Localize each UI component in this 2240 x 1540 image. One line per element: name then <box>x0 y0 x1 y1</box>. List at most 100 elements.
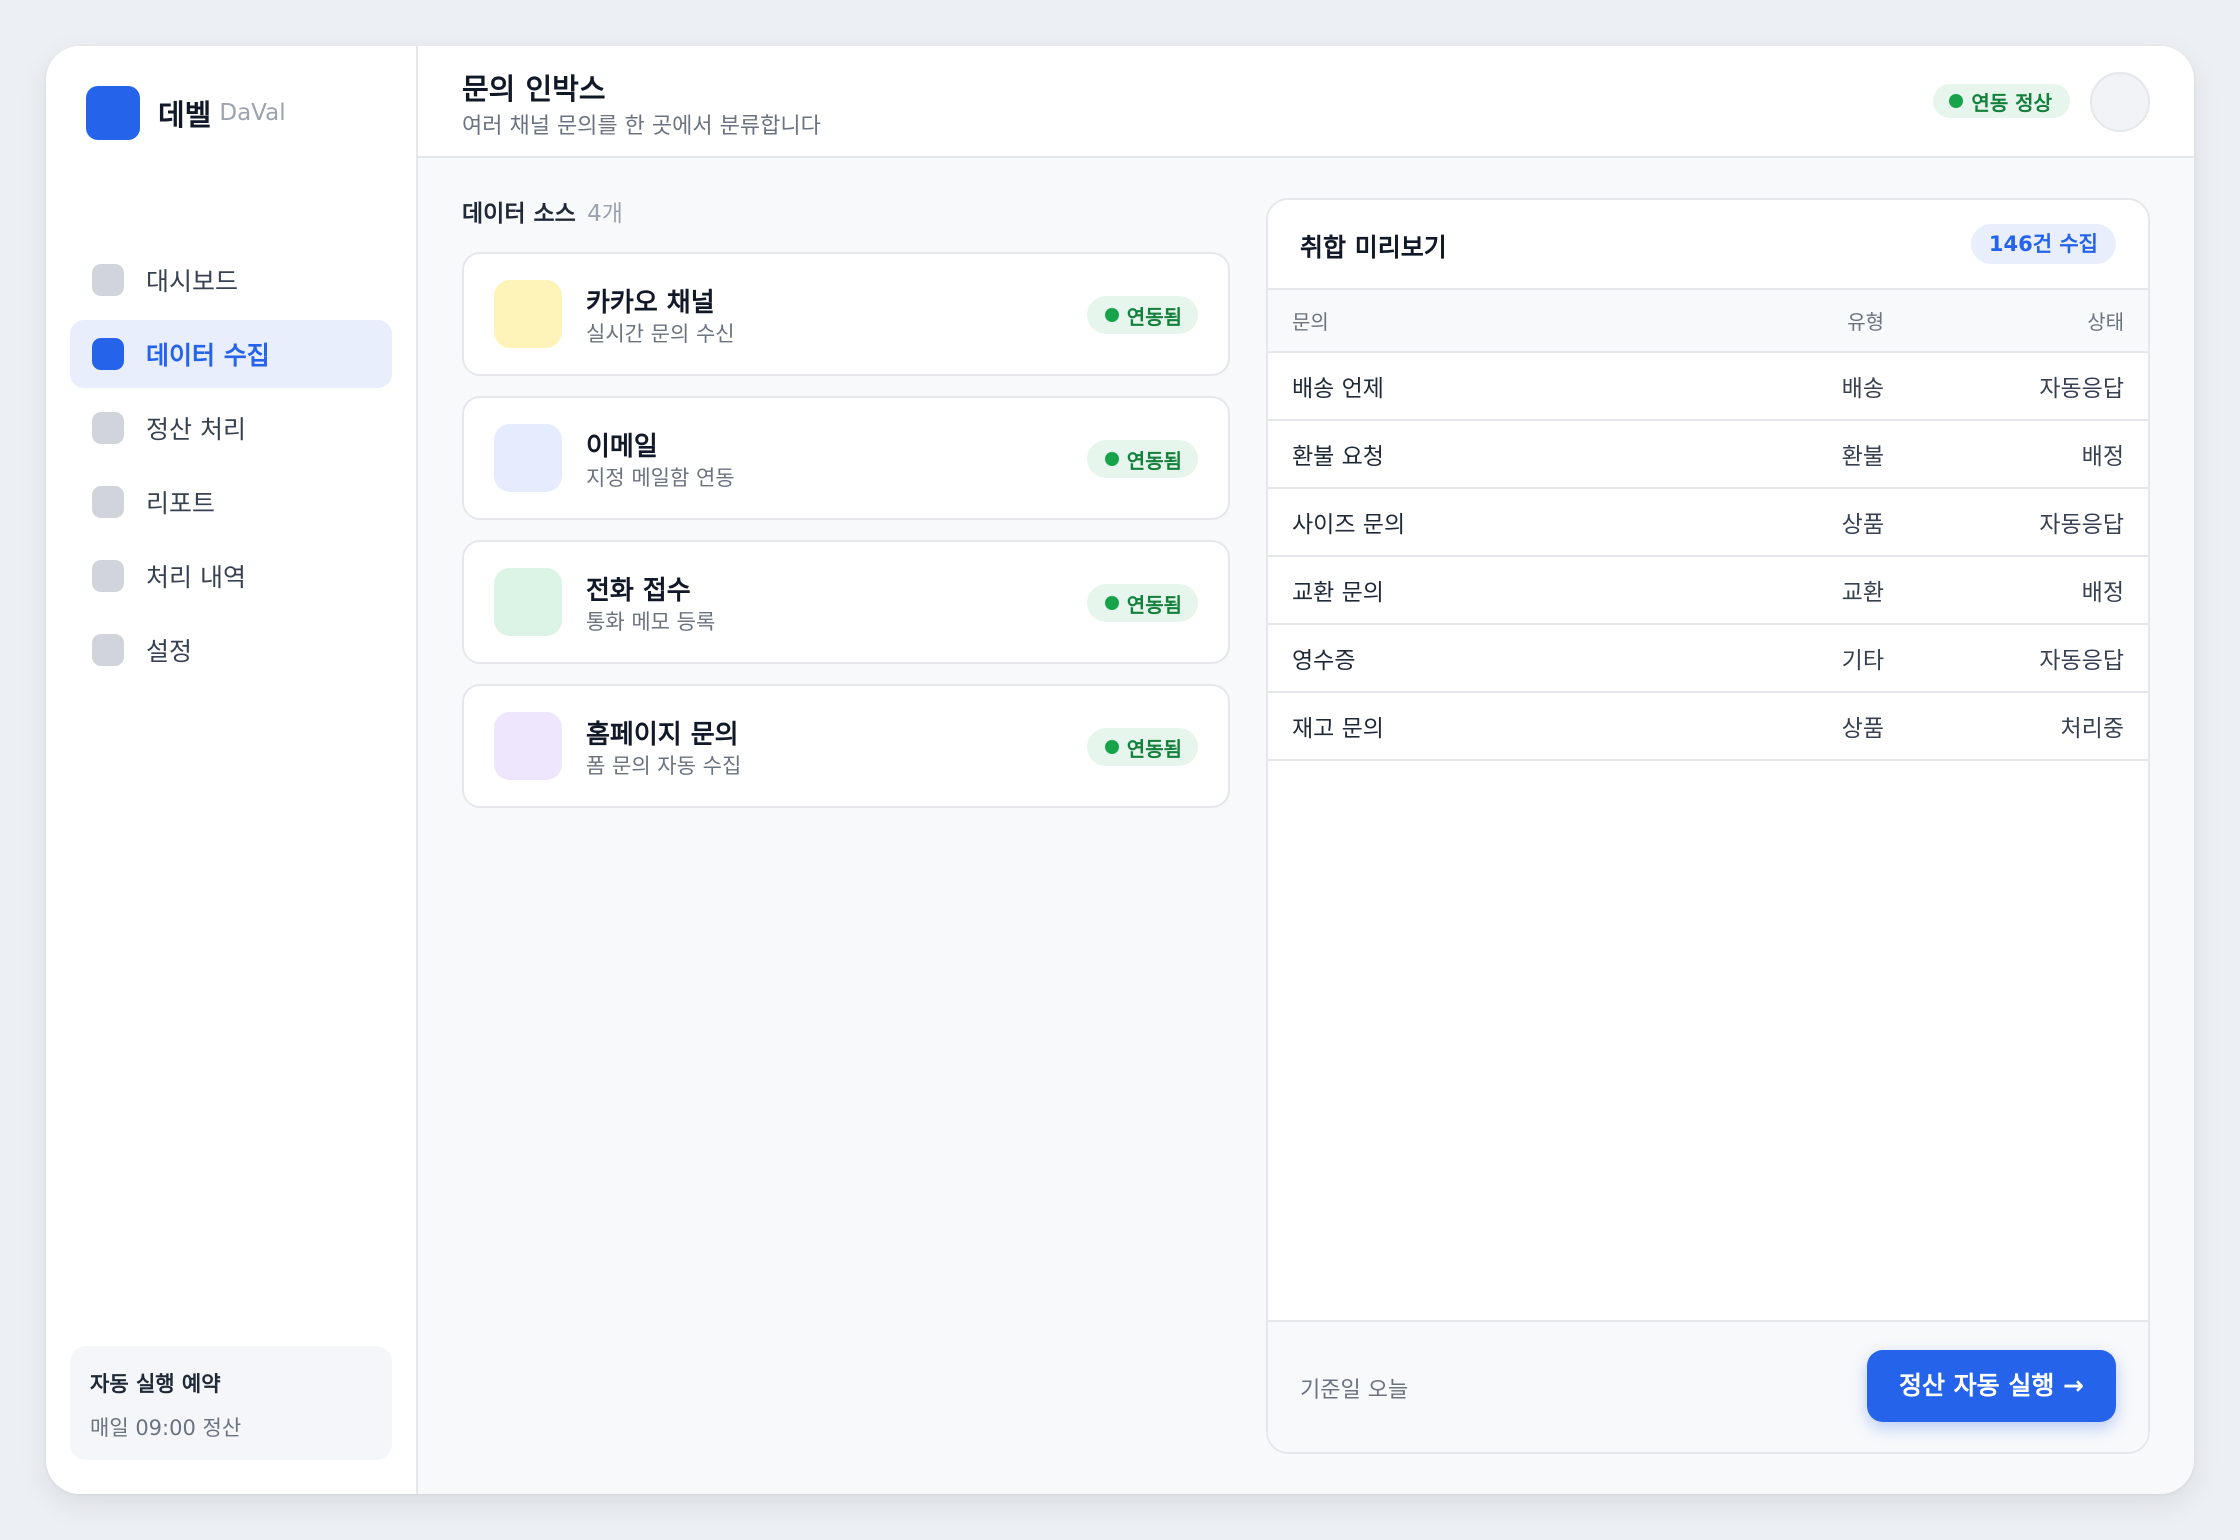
brand-sub: DaVal <box>219 100 286 126</box>
sources-count: 4개 <box>587 201 623 227</box>
preview-table: 문의 유형 상태 배송 언제 배송 자동응답 환불 요청 환불 배정 사이즈 문… <box>1268 290 2148 761</box>
source-card-homepage[interactable]: 홈페이지 문의 폼 문의 자동 수집 연동됨 <box>462 684 1230 808</box>
badge-text: 연동됨 <box>1126 448 1182 473</box>
status-dot-icon <box>1104 596 1119 610</box>
sources-heading: 데이터 소스 4개 <box>462 194 623 228</box>
source-card-email[interactable]: 이메일 지정 메일함 연동 연동됨 <box>462 396 1230 520</box>
source-card-phone[interactable]: 전화 접수 통화 메모 등록 연동됨 <box>462 540 1230 664</box>
kakao-channel-icon <box>494 280 562 348</box>
source-description: 지정 메일함 연동 <box>586 466 735 490</box>
status-text: 연동 정상 <box>1971 90 2052 115</box>
cell-status: 자동응답 <box>1884 352 2148 421</box>
run-settlement-button[interactable]: 정산 자동 실행 → <box>1866 1350 2116 1422</box>
history-icon <box>92 560 124 592</box>
sidebar-item-data-collection[interactable]: 데이터 수집 <box>70 320 392 388</box>
sidebar-item-label: 데이터 수집 <box>146 341 270 370</box>
schedule-title: 자동 실행 예약 <box>90 1372 221 1396</box>
sidebar-item-label: 정산 처리 <box>146 415 246 444</box>
cell-inquiry: 배송 언제 <box>1268 352 1708 421</box>
cell-type: 환불 <box>1708 420 1884 489</box>
sidebar-nav: 대시보드 데이터 수집 정산 처리 리포트 처리 내역 설정 <box>70 246 392 690</box>
source-status-badge: 연동됨 <box>1086 296 1198 334</box>
badge-text: 연동됨 <box>1126 736 1182 761</box>
preview-panel: 취합 미리보기 146건 수집 문의 유형 상태 배송 언제 배송 자동응답 환… <box>1266 198 2150 1454</box>
sidebar: 데벨 DaVal 대시보드 데이터 수집 정산 처리 리포트 처리 내역 설정 … <box>46 46 418 1494</box>
phone-icon <box>494 568 562 636</box>
cell-status: 처리중 <box>1884 692 2148 761</box>
sources-title: 데이터 소스 <box>462 201 576 227</box>
sidebar-item-label: 처리 내역 <box>146 563 246 592</box>
source-name: 카카오 채널 <box>586 288 715 318</box>
cell-status: 배정 <box>1884 420 2148 489</box>
cell-type: 교환 <box>1708 556 1884 625</box>
sidebar-item-label: 설정 <box>146 637 193 666</box>
cell-inquiry: 영수증 <box>1268 624 1708 693</box>
cell-status: 자동응답 <box>1884 624 2148 693</box>
table-header-row: 문의 유형 상태 <box>1268 290 2148 353</box>
table-row[interactable]: 배송 언제 배송 자동응답 <box>1268 352 2148 421</box>
brand-name: 데벨 <box>158 98 212 132</box>
cell-inquiry: 환불 요청 <box>1268 420 1708 489</box>
top-bar: 문의 인박스 여러 채널 문의를 한 곳에서 분류합니다 연동 정상 <box>418 46 2194 158</box>
connection-status-badge: 연동 정상 <box>1933 84 2070 118</box>
cell-type: 상품 <box>1708 488 1884 557</box>
cell-status: 자동응답 <box>1884 488 2148 557</box>
cell-inquiry: 재고 문의 <box>1268 692 1708 761</box>
settings-icon <box>92 634 124 666</box>
status-dot-icon <box>1104 740 1119 754</box>
status-dot-icon <box>1104 308 1119 322</box>
source-card-kakao[interactable]: 카카오 채널 실시간 문의 수신 연동됨 <box>462 252 1230 376</box>
status-dot-icon <box>1949 94 1964 108</box>
sidebar-item-settings[interactable]: 설정 <box>70 616 392 684</box>
preview-count-badge: 146건 수집 <box>1970 224 2116 264</box>
reference-date: 기준일 오늘 <box>1300 1378 1409 1403</box>
table-row[interactable]: 재고 문의 상품 처리중 <box>1268 692 2148 761</box>
sidebar-item-dashboard[interactable]: 대시보드 <box>70 246 392 314</box>
brand-logo-icon <box>86 86 140 140</box>
app-window: 데벨 DaVal 대시보드 데이터 수집 정산 처리 리포트 처리 내역 설정 … <box>46 46 2194 1494</box>
source-name: 홈페이지 문의 <box>586 720 739 750</box>
table-row[interactable]: 사이즈 문의 상품 자동응답 <box>1268 488 2148 557</box>
sidebar-item-settlement[interactable]: 정산 처리 <box>70 394 392 462</box>
table-row[interactable]: 교환 문의 교환 배정 <box>1268 556 2148 625</box>
sidebar-item-label: 리포트 <box>146 489 216 518</box>
column-header-status: 상태 <box>1884 290 2148 353</box>
table-row[interactable]: 영수증 기타 자동응답 <box>1268 624 2148 693</box>
main-content: 문의 인박스 여러 채널 문의를 한 곳에서 분류합니다 연동 정상 데이터 소… <box>418 46 2194 1494</box>
source-list: 카카오 채널 실시간 문의 수신 연동됨 이메일 지정 메일함 연동 연동됨 전… <box>462 252 1230 828</box>
avatar[interactable] <box>2090 72 2150 132</box>
column-header-type: 유형 <box>1708 290 1884 353</box>
status-dot-icon <box>1104 452 1119 466</box>
preview-header: 취합 미리보기 146건 수집 <box>1268 200 2148 290</box>
source-name: 전화 접수 <box>586 576 691 606</box>
cell-type: 상품 <box>1708 692 1884 761</box>
preview-footer: 기준일 오늘 정산 자동 실행 → <box>1268 1320 2148 1452</box>
dashboard-icon <box>92 264 124 296</box>
page-title: 문의 인박스 <box>462 72 606 106</box>
data-collection-icon <box>92 338 124 370</box>
brand[interactable]: 데벨 DaVal <box>86 86 286 140</box>
source-status-badge: 연동됨 <box>1086 728 1198 766</box>
report-icon <box>92 486 124 518</box>
page-subtitle: 여러 채널 문의를 한 곳에서 분류합니다 <box>462 114 821 139</box>
cell-inquiry: 사이즈 문의 <box>1268 488 1708 557</box>
homepage-form-icon <box>494 712 562 780</box>
badge-text: 연동됨 <box>1126 592 1182 617</box>
sidebar-item-report[interactable]: 리포트 <box>70 468 392 536</box>
schedule-subtitle: 매일 09:00 정산 <box>90 1416 242 1440</box>
badge-text: 연동됨 <box>1126 304 1182 329</box>
cell-status: 배정 <box>1884 556 2148 625</box>
source-description: 폼 문의 자동 수집 <box>586 754 742 778</box>
cell-inquiry: 교환 문의 <box>1268 556 1708 625</box>
email-icon <box>494 424 562 492</box>
source-name: 이메일 <box>586 432 658 462</box>
table-row[interactable]: 환불 요청 환불 배정 <box>1268 420 2148 489</box>
source-status-badge: 연동됨 <box>1086 440 1198 478</box>
cell-type: 기타 <box>1708 624 1884 693</box>
sidebar-item-history[interactable]: 처리 내역 <box>70 542 392 610</box>
source-status-badge: 연동됨 <box>1086 584 1198 622</box>
sidebar-item-label: 대시보드 <box>146 267 239 296</box>
source-description: 실시간 문의 수신 <box>586 322 735 346</box>
column-header-inquiry: 문의 <box>1268 290 1708 353</box>
cell-type: 배송 <box>1708 352 1884 421</box>
